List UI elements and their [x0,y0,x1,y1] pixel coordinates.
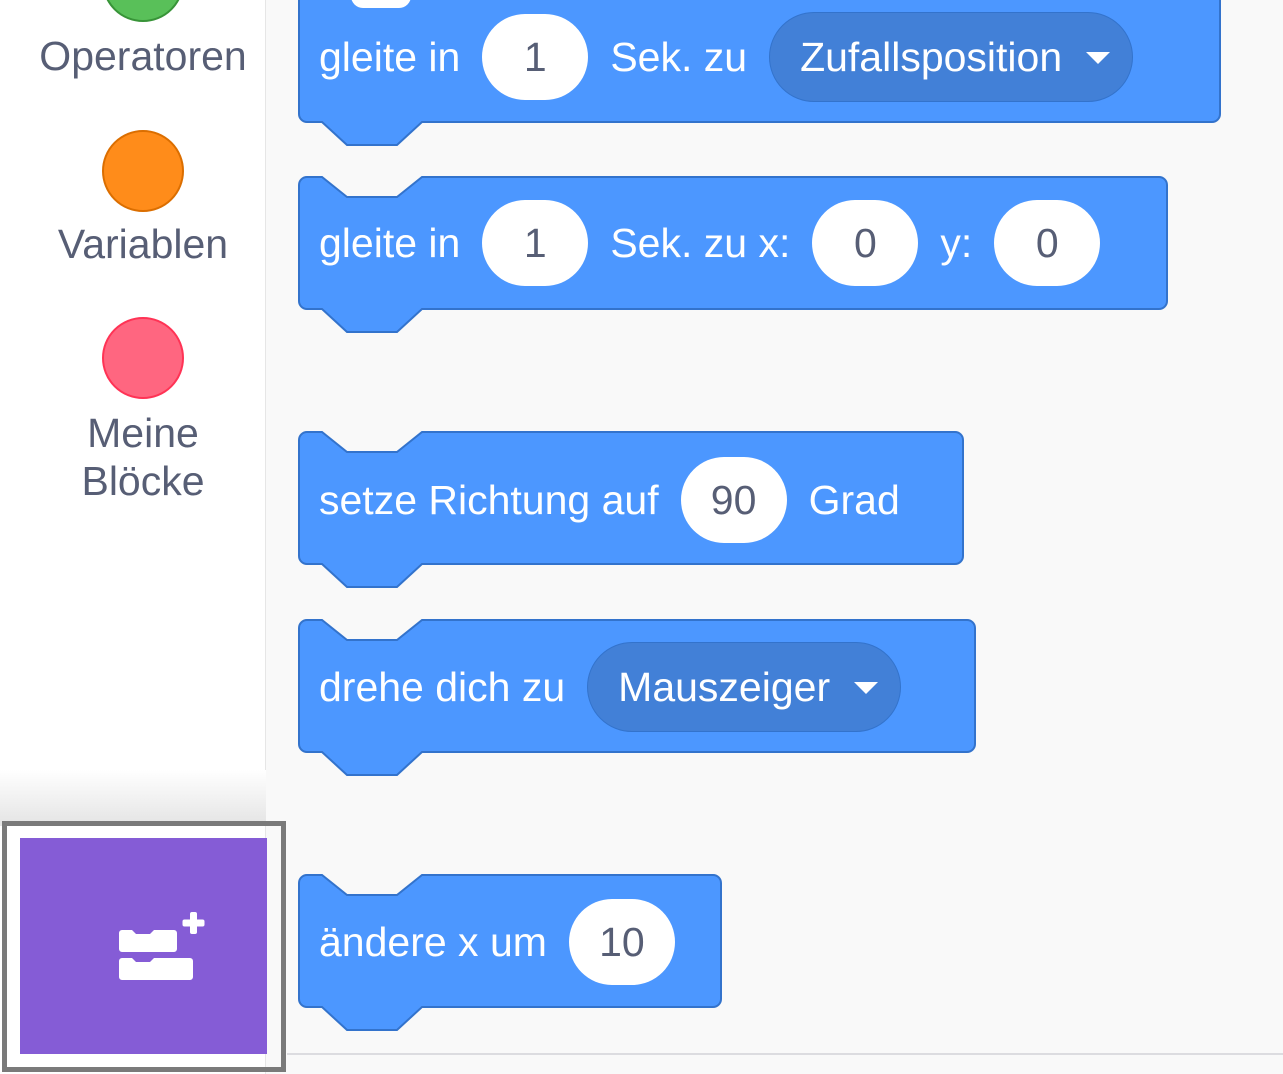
glide-target-dropdown[interactable]: Zufallsposition [769,12,1134,102]
category-variables-label: Variablen [57,221,229,267]
glide-to-random-block[interactable]: gleite in 1 Sek. zu Zufallsposition [297,0,1222,146]
glide-label: gleite in [319,220,461,266]
glide-label: gleite in [319,34,461,80]
point-towards-block[interactable]: drehe dich zu Mauszeiger [297,619,977,777]
dropdown-arrow-icon [854,682,879,694]
point-towards-dropdown[interactable]: Mauszeiger [587,642,902,732]
point-direction-label: setze Richtung auf [319,477,659,523]
glide-y-label: y: [940,220,973,266]
sidebar-fade [0,770,266,826]
glide-to-xy-block[interactable]: gleite in 1 Sek. zu x: 0 y: 0 [297,176,1169,334]
glide-secs-to-x-label: Sek. zu x: [610,220,791,266]
category-my-blocks[interactable]: Meine Blöcke [0,317,286,517]
my-blocks-dot-icon [102,317,184,399]
category-operators-label: Operatoren [39,33,247,79]
change-x-value-input[interactable]: 10 [568,899,675,985]
dropdown-arrow-icon [1086,52,1111,64]
point-in-direction-block[interactable]: setze Richtung auf 90 Grad [297,431,965,589]
glide-y-input[interactable]: 0 [994,200,1101,286]
glide-seconds-input[interactable]: 1 [482,14,589,100]
category-my-blocks-label-line1: Meine [87,410,199,456]
variables-dot-icon [102,130,184,212]
add-extension-button[interactable] [20,838,267,1054]
category-variables[interactable]: Variablen [0,130,286,280]
glide-seconds-input[interactable]: 1 [482,200,589,286]
glide-x-input[interactable]: 0 [812,200,919,286]
point-towards-value: Mauszeiger [618,663,831,710]
add-extension-icon [119,912,205,980]
direction-degrees-input[interactable]: 90 [680,457,787,543]
category-my-blocks-label-line2: Blöcke [81,458,205,504]
operators-dot-icon [102,0,184,22]
change-x-block[interactable]: ändere x um 10 [297,874,723,1032]
workspace-divider [287,1053,1283,1055]
glide-secs-to-label: Sek. zu [610,34,748,80]
category-operators[interactable]: Operatoren [0,0,286,90]
change-x-label: ändere x um [319,919,547,965]
point-towards-label: drehe dich zu [319,664,566,710]
degrees-label: Grad [808,477,900,523]
glide-target-value: Zufallsposition [800,33,1063,80]
